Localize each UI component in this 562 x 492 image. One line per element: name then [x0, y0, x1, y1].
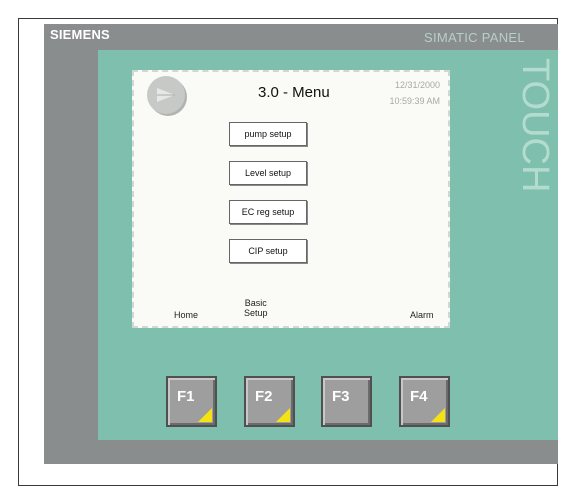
f1-key-label: F1 [177, 388, 195, 405]
softkey-alarm[interactable]: Alarm [410, 310, 434, 320]
f2-key[interactable]: F2 [244, 376, 295, 427]
ec-reg-setup-button[interactable]: EC reg setup [229, 200, 307, 224]
company-logo-icon [147, 76, 185, 114]
f3-key[interactable]: F3 [321, 376, 372, 427]
cip-setup-button[interactable]: CIP setup [229, 239, 307, 263]
softkey-basic-setup[interactable]: Basic Setup [244, 298, 268, 318]
level-setup-button[interactable]: Level setup [229, 161, 307, 185]
brand-logo: SIEMENS [50, 27, 110, 42]
f1-key[interactable]: F1 [166, 376, 217, 427]
pump-setup-button[interactable]: pump setup [229, 122, 307, 146]
f2-key-corner-marker [276, 408, 290, 422]
f2-key-label: F2 [255, 388, 273, 405]
f4-key-corner-marker [431, 408, 445, 422]
model-label: SIMATIC PANEL [424, 30, 525, 45]
softkey-basic-setup-line2: Setup [244, 308, 268, 318]
screen-title: 3.0 - Menu [258, 84, 330, 101]
hmi-screen: 3.0 - Menu 12/31/2000 10:59:39 AM pump s… [132, 70, 450, 328]
softkey-basic-setup-line1: Basic [244, 298, 267, 308]
time-display: 10:59:39 AM [389, 96, 440, 106]
f1-key-corner-marker [198, 408, 212, 422]
f3-key-label: F3 [332, 388, 350, 405]
f4-key-label: F4 [410, 388, 428, 405]
touch-label: TOUCH [514, 58, 556, 193]
date-display: 12/31/2000 [394, 80, 440, 90]
softkey-home[interactable]: Home [174, 310, 198, 320]
f4-key[interactable]: F4 [399, 376, 450, 427]
